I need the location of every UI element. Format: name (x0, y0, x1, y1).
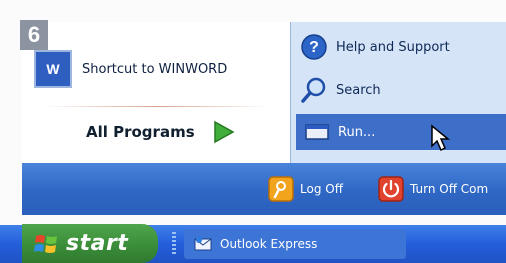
shortcut-winword-label: Shortcut to WINWORD (82, 61, 228, 77)
taskbar-grip[interactable] (172, 232, 176, 256)
run-label: Run... (338, 124, 376, 140)
help-icon: ? (301, 34, 327, 60)
outlook-icon (194, 237, 212, 251)
log-off-label: Log Off (300, 182, 343, 196)
turn-off-computer-button[interactable]: Turn Off Com (378, 176, 488, 202)
windows-logo-icon (34, 234, 57, 253)
run-item[interactable]: Run... (296, 114, 506, 150)
logoff-icon (268, 176, 294, 202)
turn-off-computer-label: Turn Off Com (410, 182, 489, 196)
svg-text:?: ? (309, 39, 319, 56)
outlook-express-label: Outlook Express (220, 237, 318, 251)
help-and-support-item[interactable]: ? Help and Support (300, 33, 450, 61)
all-programs-button[interactable]: All Programs (86, 120, 235, 144)
power-icon (378, 176, 404, 202)
word-icon: W (34, 50, 72, 88)
search-label: Search (336, 82, 381, 98)
start-label: start (66, 231, 129, 256)
run-icon (305, 124, 329, 140)
shortcut-winword-item[interactable]: W Shortcut to WINWORD (34, 50, 227, 88)
arrow-right-icon (213, 120, 235, 144)
screenshot-frame: 6 W Shortcut to WINWORD All Programs ? H… (0, 0, 506, 263)
all-programs-label: All Programs (86, 123, 195, 141)
step-number-badge: 6 (20, 20, 48, 50)
start-button[interactable]: start (22, 224, 158, 263)
left-pane-separator (44, 106, 270, 107)
taskbar-button-outlook-express[interactable]: Outlook Express (184, 229, 406, 259)
mouse-cursor-icon (431, 124, 450, 152)
log-off-button[interactable]: Log Off (268, 176, 343, 202)
help-and-support-label: Help and Support (336, 39, 450, 55)
search-icon (301, 77, 326, 103)
search-item[interactable]: Search (300, 76, 381, 104)
